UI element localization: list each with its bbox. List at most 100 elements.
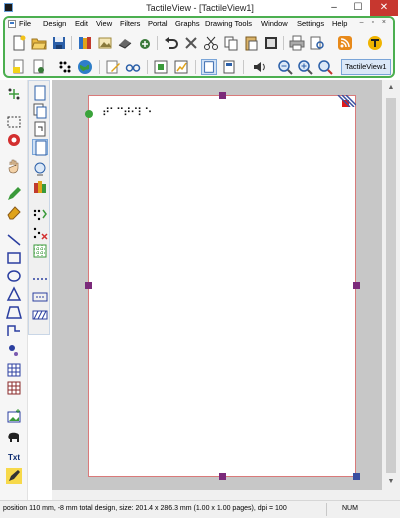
- rss-feed-icon[interactable]: [337, 35, 353, 51]
- origin-marker[interactable]: [85, 110, 93, 118]
- menu-filters[interactable]: Filters: [120, 19, 140, 28]
- page-icon[interactable]: [32, 85, 48, 101]
- toolbar-separator: [243, 60, 244, 74]
- cut-icon[interactable]: [203, 35, 219, 51]
- braille-dots-icon[interactable]: [57, 59, 73, 75]
- resize-handle-top[interactable]: [219, 92, 226, 99]
- pen-tool-icon[interactable]: [6, 468, 22, 484]
- audio-label-icon[interactable]: [32, 161, 48, 177]
- resize-handle-right[interactable]: [353, 282, 360, 289]
- page-active-icon[interactable]: [32, 139, 48, 156]
- menu-window[interactable]: Window: [261, 19, 288, 28]
- toolbar-separator: [147, 60, 148, 74]
- select-points-icon[interactable]: [6, 86, 22, 102]
- scroll-thumb[interactable]: [386, 98, 396, 473]
- globe-icon[interactable]: [77, 59, 93, 75]
- grid-overlay-icon[interactable]: [32, 243, 48, 259]
- menu-portal[interactable]: Portal: [148, 19, 168, 28]
- hatch-pattern-icon[interactable]: [32, 307, 48, 323]
- menu-drawing-tools[interactable]: Drawing Tools: [205, 19, 252, 28]
- polyline-tool-icon[interactable]: [6, 322, 22, 338]
- portal-icon[interactable]: [367, 35, 383, 51]
- rectangle-tool-icon[interactable]: [6, 250, 22, 266]
- braille-delete-icon[interactable]: [32, 225, 48, 241]
- library-icon[interactable]: [77, 35, 93, 51]
- export-icon[interactable]: [137, 35, 153, 51]
- ellipse-tool-icon[interactable]: [6, 268, 22, 284]
- copy-icon[interactable]: [223, 35, 239, 51]
- print-preview-icon[interactable]: [309, 35, 325, 51]
- scan-icon[interactable]: [117, 35, 133, 51]
- menu-graphs[interactable]: Graphs: [175, 19, 200, 28]
- delete-icon[interactable]: [183, 35, 199, 51]
- resize-handle-bottom-right[interactable]: [353, 473, 360, 480]
- line-tool-icon[interactable]: [6, 232, 22, 248]
- open-folder-icon[interactable]: [31, 35, 47, 51]
- menu-and-toolbars: File Design Edit View Filters Portal Gra…: [3, 16, 395, 78]
- print-icon[interactable]: [289, 35, 305, 51]
- dashed-box-icon[interactable]: [32, 289, 48, 305]
- resize-handle-bottom[interactable]: [219, 473, 226, 480]
- page-resize-icon[interactable]: [32, 121, 48, 137]
- zoom-fit-icon[interactable]: [317, 59, 333, 75]
- clipboard-icon[interactable]: [263, 35, 279, 51]
- highlight-icon[interactable]: [11, 59, 27, 75]
- elephant-icon[interactable]: [6, 430, 22, 446]
- menu-file[interactable]: File: [19, 19, 31, 28]
- tab-tactileview1[interactable]: TactileView1: [341, 59, 391, 75]
- text-tool-button[interactable]: Txt: [6, 450, 22, 466]
- new-document-icon[interactable]: [11, 35, 27, 51]
- page-copy-icon[interactable]: [32, 103, 48, 119]
- table-tool-icon[interactable]: [6, 362, 22, 378]
- zoom-in-icon[interactable]: [297, 59, 313, 75]
- dashed-line-icon[interactable]: [32, 271, 48, 287]
- page-view-icon[interactable]: [201, 59, 217, 75]
- gallery-icon[interactable]: [97, 35, 113, 51]
- document-page[interactable]: [88, 95, 356, 477]
- horizontal-scrollbar[interactable]: [52, 490, 382, 500]
- glasses-icon[interactable]: [125, 59, 141, 75]
- close-button[interactable]: ✕: [370, 0, 398, 16]
- color-tool-icon[interactable]: [32, 179, 48, 195]
- resize-handle-left[interactable]: [85, 282, 92, 289]
- scroll-up-icon[interactable]: ▲: [382, 80, 400, 96]
- eraser-icon[interactable]: [6, 204, 22, 220]
- mdi-window-controls[interactable]: – ▫ ×: [360, 19, 389, 26]
- pencil-icon[interactable]: [6, 186, 22, 202]
- edit-text-icon[interactable]: [105, 59, 121, 75]
- document-icon[interactable]: [8, 20, 16, 28]
- page-settings-icon[interactable]: [31, 59, 47, 75]
- menu-edit[interactable]: Edit: [75, 19, 88, 28]
- vertical-scrollbar[interactable]: ▲ ▼: [382, 80, 400, 490]
- lifebuoy-icon[interactable]: [6, 132, 22, 148]
- graph-tool-icon[interactable]: [173, 59, 189, 75]
- scroll-down-icon[interactable]: ▼: [382, 474, 400, 490]
- status-message: position 110 mm, -8 mm total design, siz…: [3, 505, 287, 512]
- undo-icon[interactable]: [163, 35, 179, 51]
- menu-help[interactable]: Help: [332, 19, 347, 28]
- hand-pan-icon[interactable]: [6, 158, 22, 174]
- toolbar-separator: [71, 36, 72, 50]
- zoom-out-icon[interactable]: [277, 59, 293, 75]
- drawing-canvas[interactable]: ⠞⠁⠉⠞⠊⠇⠑: [52, 80, 382, 490]
- image-tool-icon[interactable]: [153, 59, 169, 75]
- size-grip: [382, 490, 400, 500]
- braille-text[interactable]: ⠞⠁⠉⠞⠊⠇⠑: [102, 106, 152, 119]
- fill-tool-icon[interactable]: [6, 342, 22, 358]
- toolbar-separator: [99, 60, 100, 74]
- maximize-button[interactable]: ☐: [346, 0, 370, 16]
- selection-box-icon[interactable]: [6, 114, 22, 130]
- menu-settings[interactable]: Settings: [297, 19, 324, 28]
- minimize-button[interactable]: –: [322, 0, 346, 16]
- menu-view[interactable]: View: [96, 19, 112, 28]
- braille-label-icon[interactable]: [32, 207, 48, 223]
- page-single-icon[interactable]: [221, 59, 237, 75]
- menu-design[interactable]: Design: [43, 19, 66, 28]
- trapezoid-tool-icon[interactable]: [6, 304, 22, 320]
- triangle-tool-icon[interactable]: [6, 286, 22, 302]
- grid-tool-icon[interactable]: [6, 380, 22, 396]
- paste-icon[interactable]: [243, 35, 259, 51]
- save-icon[interactable]: [51, 35, 67, 51]
- insert-image-icon[interactable]: [6, 408, 22, 424]
- audio-icon[interactable]: [251, 59, 267, 75]
